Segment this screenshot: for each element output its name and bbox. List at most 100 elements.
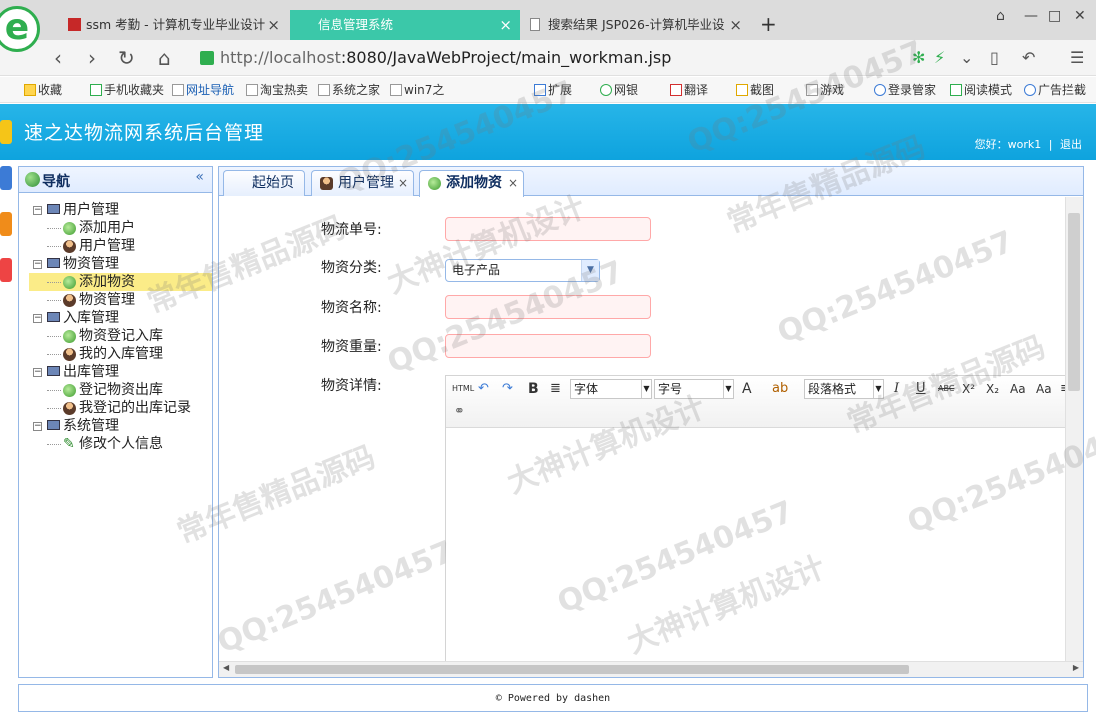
bookmark-translate[interactable]: 翻译 (670, 81, 708, 98)
highlight-icon[interactable]: ab (772, 379, 788, 399)
tree-toggle-icon[interactable]: − (33, 422, 42, 431)
tracking-no-input[interactable] (445, 217, 651, 241)
bookmark-games[interactable]: 游戏 (806, 81, 844, 98)
name-input[interactable] (445, 295, 651, 319)
bookmark-item[interactable]: 网址导航 (172, 81, 234, 98)
scroll-thumb[interactable] (1068, 213, 1080, 391)
tree-toggle-icon[interactable]: − (33, 260, 42, 269)
category-select[interactable]: 电子产品 ▼ (445, 259, 600, 282)
collapse-icon[interactable]: « (195, 169, 204, 185)
bookmark-login[interactable]: 登录管家 (874, 81, 936, 98)
scroll-right-icon[interactable]: ▶ (1073, 663, 1079, 672)
superscript-button[interactable]: X² (962, 379, 975, 399)
tree-group-materials[interactable]: − 物资管理 (19, 255, 212, 273)
tree-item-add-material[interactable]: 添加物资 (29, 273, 212, 291)
home-icon[interactable]: ⌂ (158, 46, 171, 70)
tree-item-add-user[interactable]: 添加用户 (19, 219, 212, 237)
bookmark-item[interactable]: 系统之家 (318, 81, 380, 98)
dock-grid-icon[interactable] (0, 258, 12, 282)
font-size-increase-icon[interactable]: Aa (1010, 379, 1026, 399)
lightning-icon[interactable]: ⚡ (934, 48, 945, 67)
close-tab-icon[interactable]: × (508, 171, 518, 195)
dock-app-icon[interactable] (0, 166, 12, 190)
close-tab-icon[interactable]: × (398, 171, 408, 195)
tree-group-system[interactable]: − 系统管理 (19, 417, 212, 435)
weight-input[interactable] (445, 334, 651, 358)
tree-group-outbound[interactable]: − 出库管理 (19, 363, 212, 381)
computer-icon (47, 258, 60, 268)
bookmark-reader[interactable]: 阅读模式 (950, 81, 1012, 98)
link-icon[interactable]: ⚭ (454, 402, 465, 422)
underline-button[interactable]: U (916, 379, 926, 399)
url-field[interactable]: http://localhost:8080/JavaWebProject/mai… (196, 45, 916, 71)
chevron-down-icon[interactable]: ▼ (581, 260, 599, 281)
tree-toggle-icon[interactable]: − (33, 314, 42, 323)
tree-group-users[interactable]: − 用户管理 (19, 201, 212, 219)
sidebar-title: 导航 (42, 174, 70, 190)
font-color-button[interactable]: A (742, 379, 752, 399)
tree-toggle-icon[interactable]: − (33, 368, 42, 377)
browser-tab[interactable]: ssm 考勤 - 计算机专业毕业设计 × (60, 10, 288, 40)
undo-icon[interactable]: ↶ (1022, 48, 1035, 67)
bookmark-item[interactable]: 收藏 (24, 81, 62, 98)
menu-icon[interactable]: ☰ (1070, 48, 1084, 67)
strikethrough-button[interactable]: ABC (938, 379, 954, 399)
bookmark-extensions[interactable]: 扩展 (534, 81, 572, 98)
tree-item-register-inbound[interactable]: 物资登记入库 (19, 327, 212, 345)
phone-icon[interactable]: ▯ (990, 48, 999, 67)
subscript-button[interactable]: X₂ (986, 379, 999, 399)
html-source-button[interactable]: HTML (452, 379, 474, 399)
close-tab-icon[interactable]: × (499, 10, 512, 40)
close-tab-icon[interactable]: × (729, 10, 742, 40)
dock-weibo-icon[interactable] (0, 212, 12, 236)
italic-button[interactable]: I (894, 379, 899, 399)
dropdown-icon[interactable]: ⌄ (960, 48, 973, 67)
font-size-select[interactable]: 字号 ▼ (654, 379, 734, 399)
scroll-left-icon[interactable]: ◀ (223, 663, 229, 672)
tree-item-edit-profile[interactable]: 修改个人信息 (19, 435, 212, 453)
browser-tab-active[interactable]: 信息管理系统 × (290, 10, 520, 40)
user-info: 您好：work1 | 退出 (973, 136, 1084, 152)
forward-icon[interactable]: › (88, 46, 96, 70)
close-window-icon[interactable]: ✕ (1074, 8, 1086, 24)
close-tab-icon[interactable]: × (267, 10, 280, 40)
bookmark-item[interactable]: 淘宝热卖 (246, 81, 308, 98)
tree-group-inbound[interactable]: − 入库管理 (19, 309, 212, 327)
tab-user-management[interactable]: 用户管理 × (311, 170, 414, 196)
greeting: 您好：work1 (974, 138, 1042, 151)
logout-link[interactable]: 退出 (1060, 138, 1082, 151)
tree-item-user-management[interactable]: 用户管理 (19, 237, 212, 255)
tab-home[interactable]: 起始页 (223, 170, 305, 196)
bank-icon (600, 84, 612, 96)
bookmark-screenshot[interactable]: 截图 (736, 81, 774, 98)
back-icon[interactable]: ‹ (54, 46, 62, 70)
redo-icon[interactable]: ↷ (502, 379, 513, 399)
tree-toggle-icon[interactable]: − (33, 206, 42, 215)
bookmark-bank[interactable]: 网银 (600, 81, 638, 98)
tree-item-my-inbound[interactable]: 我的入库管理 (19, 345, 212, 363)
scroll-thumb[interactable] (235, 665, 909, 674)
skin-icon[interactable]: ⌂ (996, 8, 1005, 24)
reload-icon[interactable]: ↻ (118, 46, 135, 70)
align-icon[interactable]: ≣ (550, 379, 561, 399)
bookmark-item[interactable]: win7之 (390, 81, 444, 98)
bold-button[interactable]: B (528, 379, 539, 399)
font-size-decrease-icon[interactable]: Aa (1036, 379, 1052, 399)
dock-star-icon[interactable] (0, 120, 12, 144)
vertical-scrollbar[interactable] (1065, 197, 1083, 663)
horizontal-scrollbar[interactable]: ◀ ▶ (219, 661, 1083, 677)
browser-tab[interactable]: 搜索结果 JSP026-计算机毕业设 × (522, 10, 750, 40)
speed-icon[interactable]: ✻ (912, 48, 925, 67)
tree-item-my-outbound[interactable]: 我登记的出库记录 (19, 399, 212, 417)
bookmark-item[interactable]: 手机收藏夹 (90, 81, 164, 98)
paragraph-format-select[interactable]: 段落格式 ▼ (804, 379, 884, 399)
tree-item-register-outbound[interactable]: 登记物资出库 (19, 381, 212, 399)
font-family-select[interactable]: 字体 ▼ (570, 379, 652, 399)
maximize-icon[interactable]: □ (1048, 8, 1061, 24)
tree-item-material-management[interactable]: 物资管理 (19, 291, 212, 309)
bookmark-adblock[interactable]: 广告拦截 (1024, 81, 1086, 98)
tab-add-material[interactable]: 添加物资 × (419, 170, 524, 197)
undo-icon[interactable]: ↶ (478, 379, 489, 399)
new-tab-button[interactable]: + (760, 12, 777, 36)
minimize-icon[interactable]: — (1024, 8, 1038, 24)
